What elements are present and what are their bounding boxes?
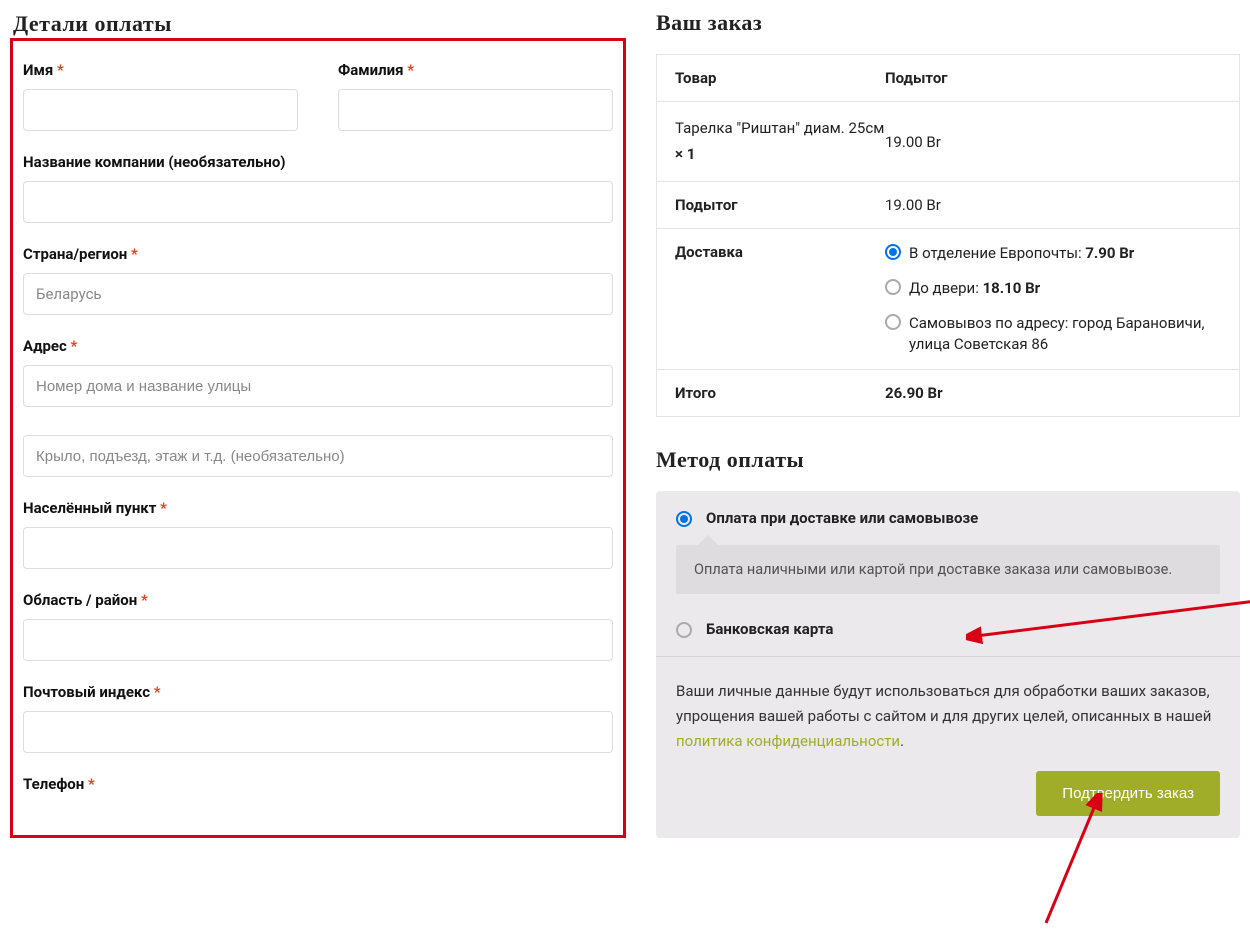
privacy-policy-link[interactable]: политика конфиденциальности: [676, 732, 900, 750]
country-field-wrap: Страна/регион * Беларусь: [23, 245, 613, 315]
postcode-label: Почтовый индекс *: [23, 683, 613, 701]
order-title: Ваш заказ: [656, 10, 1240, 36]
first-name-label: Имя *: [23, 61, 298, 79]
city-label: Населённый пункт *: [23, 499, 613, 517]
company-input[interactable]: [23, 181, 613, 223]
total-value: 26.90 Br: [885, 384, 1221, 402]
state-label: Область / район *: [23, 591, 613, 609]
radio-icon: [885, 244, 901, 260]
shipping-option-europochta[interactable]: В отделение Европочты: 7.90 Br: [885, 243, 1221, 264]
order-total-row: Итого 26.90 Br: [657, 370, 1239, 417]
payment-option-cod[interactable]: Оплата при доставке или самовывозе: [656, 491, 1240, 545]
city-field-wrap: Населённый пункт *: [23, 499, 613, 569]
first-name-field-wrap: Имя *: [23, 61, 298, 131]
address-label: Адрес *: [23, 337, 613, 355]
first-name-input[interactable]: [23, 89, 298, 131]
address-line2-input[interactable]: [23, 435, 613, 477]
country-label: Страна/регион *: [23, 245, 613, 263]
item-qty: × 1: [675, 145, 695, 163]
billing-title: Детали оплаты: [13, 11, 172, 37]
last-name-input[interactable]: [338, 89, 613, 131]
order-table-header: Товар Подытог: [657, 55, 1239, 102]
payment-box: Оплата при доставке или самовывозе Оплат…: [656, 491, 1240, 838]
phone-label: Телефон *: [23, 775, 613, 793]
address-field-wrap: Адрес *: [23, 337, 613, 477]
radio-icon: [885, 314, 901, 330]
radio-icon: [676, 622, 692, 638]
radio-icon: [676, 511, 692, 527]
col-product: Товар: [675, 69, 885, 87]
subtotal-label: Подытог: [675, 196, 885, 214]
company-label: Название компании (необязательно): [23, 153, 613, 171]
order-shipping-row: Доставка В отделение Европочты: 7.90 Br …: [657, 229, 1239, 370]
shipping-options: В отделение Европочты: 7.90 Br До двери:…: [885, 243, 1221, 355]
payment-title: Метод оплаты: [656, 447, 1240, 473]
payment-option-label: Банковская карта: [706, 620, 833, 638]
address-line1-input[interactable]: [23, 365, 613, 407]
privacy-notice: Ваши личные данные будут использоваться …: [656, 657, 1240, 771]
col-subtotal: Подытог: [885, 69, 1221, 87]
shipping-option-pickup[interactable]: Самовывоз по адресу: город Барановичи, у…: [885, 313, 1221, 355]
shipping-option-door[interactable]: До двери: 18.10 Br: [885, 278, 1221, 299]
item-subtotal: 19.00 Br: [885, 133, 1221, 151]
order-line-item: Тарелка "Риштан" диам. 25см × 1 19.00 Br: [657, 102, 1239, 182]
postcode-input[interactable]: [23, 711, 613, 753]
item-name: Тарелка "Риштан" диам. 25см: [675, 119, 884, 137]
payment-option-label: Оплата при доставке или самовывозе: [706, 509, 978, 527]
state-input[interactable]: [23, 619, 613, 661]
order-subtotal-row: Подытог 19.00 Br: [657, 182, 1239, 229]
billing-details-panel: Детали оплаты Имя * Фамилия * Название к…: [10, 38, 626, 838]
phone-field-wrap: Телефон *: [23, 775, 613, 803]
shipping-label: Доставка: [675, 243, 885, 355]
order-summary-panel: Ваш заказ Товар Подытог Тарелка "Риштан"…: [646, 38, 1240, 838]
payment-option-desc: Оплата наличными или картой при доставке…: [676, 545, 1220, 594]
radio-icon: [885, 279, 901, 295]
company-field-wrap: Название компании (необязательно): [23, 153, 613, 223]
last-name-field-wrap: Фамилия *: [338, 61, 613, 131]
state-field-wrap: Область / район *: [23, 591, 613, 661]
last-name-label: Фамилия *: [338, 61, 613, 79]
place-order-button[interactable]: Подтвердить заказ: [1036, 771, 1220, 816]
city-input[interactable]: [23, 527, 613, 569]
country-select[interactable]: Беларусь: [23, 273, 613, 315]
postcode-field-wrap: Почтовый индекс *: [23, 683, 613, 753]
order-table: Товар Подытог Тарелка "Риштан" диам. 25с…: [656, 54, 1240, 417]
subtotal-value: 19.00 Br: [885, 196, 1221, 214]
payment-option-card[interactable]: Банковская карта: [656, 610, 1240, 656]
total-label: Итого: [675, 384, 885, 402]
